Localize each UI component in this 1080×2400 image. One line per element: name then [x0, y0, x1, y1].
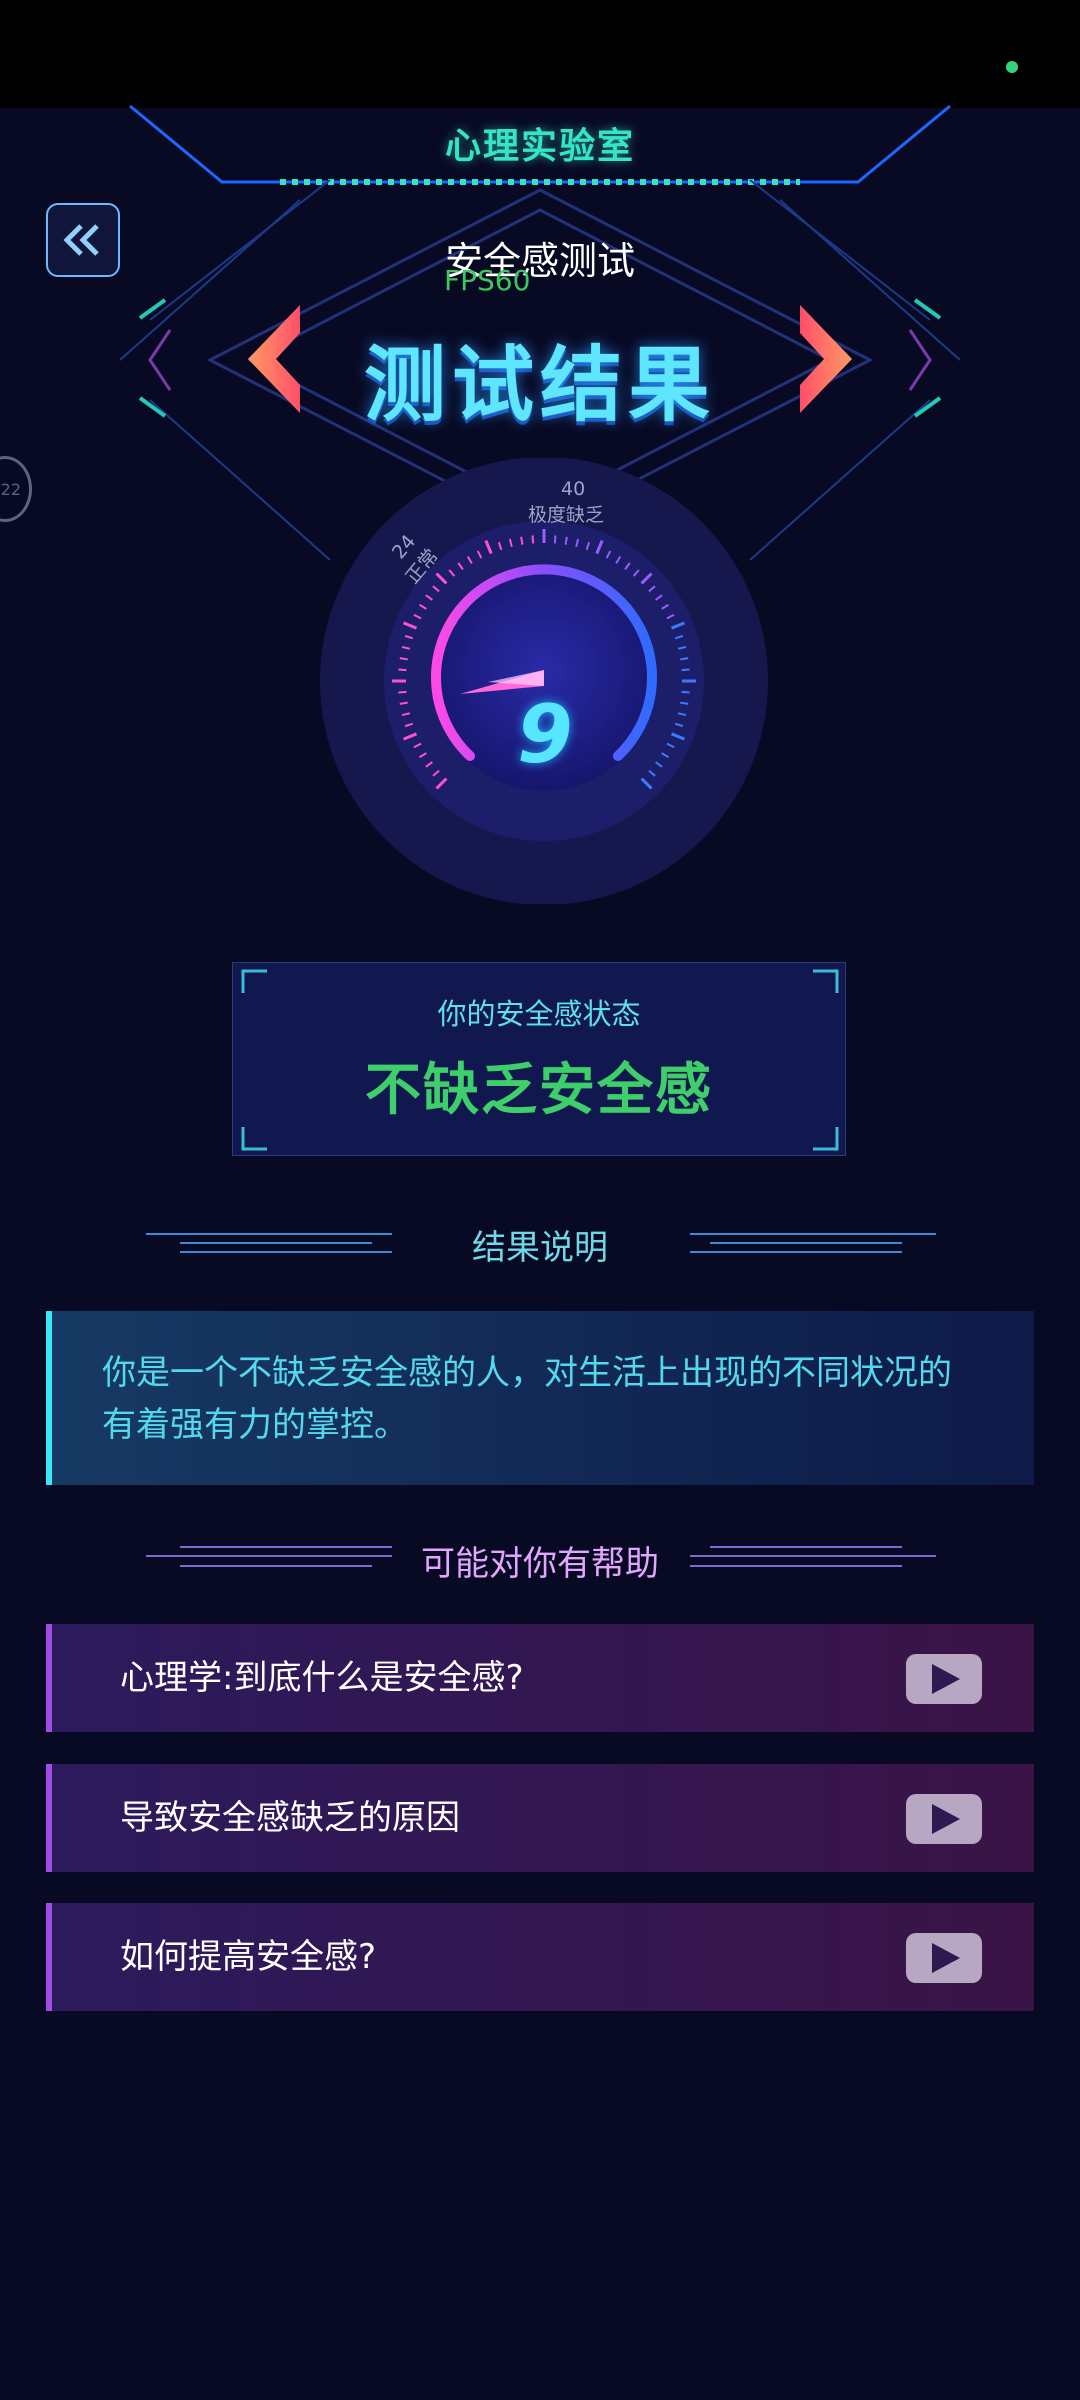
explain-card: 你是一个不缺乏安全感的人，对生活上出现的不同状况的有着强有力的掌控。	[46, 1311, 1034, 1485]
help-item-what-is-security[interactable]: 心理学:到底什么是安全感?	[46, 1624, 1034, 1732]
gauge-top-value: 40	[561, 478, 586, 500]
gauge-tick	[399, 657, 408, 661]
help-heading: 可能对你有帮助	[421, 1544, 659, 1584]
video-camera-icon	[906, 1794, 982, 1844]
status-bar	[0, 0, 1080, 108]
gauge-tick	[680, 657, 689, 661]
explain-heading: 结果说明	[472, 1228, 608, 1268]
gauge-tick	[398, 690, 407, 694]
gauge-tick	[681, 668, 690, 672]
gauge-score: 9	[517, 688, 573, 781]
gauge-tick	[680, 701, 689, 705]
explain-text: 你是一个不缺乏安全感的人，对生活上出现的不同状况的有着强有力的掌控。	[102, 1353, 952, 1445]
help-item-improve[interactable]: 如何提高安全感?	[46, 1903, 1034, 2011]
video-camera-icon	[906, 1654, 982, 1704]
help-item-label: 心理学:到底什么是安全感?	[120, 1658, 524, 1698]
video-camera-icon	[906, 1933, 982, 1983]
gauge-tick	[399, 701, 408, 705]
gauge-tick	[553, 535, 557, 544]
help-item-label: 如何提高安全感?	[120, 1937, 377, 1977]
help-item-label: 导致安全感缺乏的原因	[120, 1798, 460, 1838]
status-value: 不缺乏安全感	[365, 1058, 713, 1123]
lab-title: 心理实验室	[444, 126, 635, 167]
test-subtitle: 安全感测试	[444, 239, 635, 283]
gauge-top-label: 极度缺乏	[528, 504, 605, 526]
status-label: 你的安全感状态	[437, 997, 641, 1031]
gauge-tick	[681, 690, 690, 694]
gauge-tick	[531, 535, 535, 544]
fps-counter: FPS60	[444, 264, 531, 297]
status-indicator-dot	[1006, 61, 1018, 73]
gauge-tick	[398, 668, 407, 672]
result-title: 测试结果	[363, 338, 716, 433]
help-item-causes[interactable]: 导致安全感缺乏的原因	[46, 1764, 1034, 1872]
gauge-tick	[520, 536, 524, 545]
security-status-panel: 你的安全感状态 不缺乏安全感	[232, 962, 846, 1156]
gauge-tick	[564, 536, 568, 545]
